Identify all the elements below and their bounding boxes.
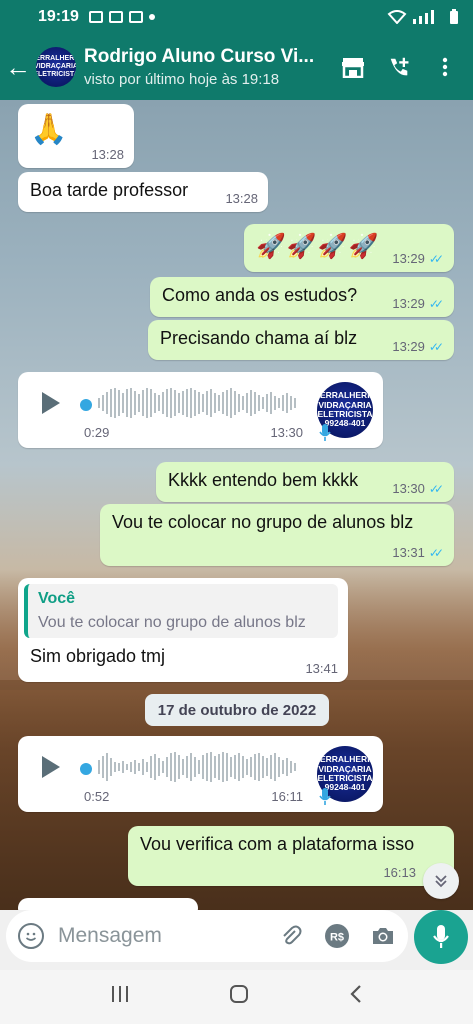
message-time: 13:29 bbox=[392, 296, 425, 311]
payment-icon[interactable]: R$ bbox=[324, 923, 350, 949]
recent-apps-icon[interactable] bbox=[110, 985, 130, 1009]
last-seen-text: visto por último hoje às 19:18 bbox=[84, 71, 280, 88]
audio-waveform[interactable] bbox=[98, 750, 298, 784]
status-notification-icons bbox=[88, 11, 155, 23]
message-time: 16:11 bbox=[271, 789, 303, 804]
wifi-icon bbox=[387, 10, 407, 24]
audio-seek-handle[interactable] bbox=[80, 763, 92, 775]
status-system-icons bbox=[387, 9, 459, 25]
message-text: Sim obrigado tmj bbox=[30, 646, 166, 666]
mic-small-icon bbox=[319, 424, 331, 441]
back-nav-icon[interactable] bbox=[349, 984, 363, 1010]
payment-currency-label: R$ bbox=[330, 932, 344, 944]
message-time: 13:28 bbox=[91, 147, 124, 162]
message-bubble-incoming-partial[interactable] bbox=[18, 898, 198, 910]
message-time: 13:31 bbox=[392, 545, 425, 560]
message-bubble-incoming[interactable]: Boa tarde professor 13:28 bbox=[18, 172, 268, 212]
double-chevron-down-icon bbox=[435, 875, 447, 888]
contact-avatar[interactable]: SERRALHERIA VIDRAÇARIA ELETRICISTA bbox=[36, 47, 76, 87]
read-ticks-icon: ✓✓ bbox=[428, 481, 444, 496]
message-time: 13:28 bbox=[225, 191, 258, 206]
status-bar: 19:19 bbox=[0, 0, 473, 34]
contact-name: Rodrigo Aluno Curso Vi... bbox=[84, 46, 315, 67]
youtube-icon bbox=[128, 11, 143, 23]
message-time: 13:30 bbox=[392, 481, 425, 496]
quote-text: Vou te colocar no grupo de alunos blz bbox=[38, 614, 306, 631]
more-notifications-icon bbox=[148, 14, 155, 20]
system-nav-bar bbox=[0, 970, 473, 1024]
message-text: Vou te colocar no grupo de alunos blz bbox=[112, 512, 414, 532]
voice-message-incoming[interactable]: 0:29 13:30 SERRALHERIA VIDRAÇARIA ELETRI… bbox=[18, 372, 383, 448]
message-time: 16:13 bbox=[383, 865, 416, 880]
message-bubble-incoming[interactable]: 🙏 13:28 bbox=[18, 104, 134, 168]
message-text: 🙏 bbox=[30, 113, 68, 146]
message-bubble-outgoing[interactable]: Precisando chama aí blz 13:29 ✓✓ bbox=[148, 320, 454, 360]
voice-message-incoming[interactable]: 0:52 16:11 SERRALHERIA VIDRAÇARIA ELETRI… bbox=[18, 736, 383, 812]
read-ticks-icon: ✓✓ bbox=[428, 545, 444, 560]
chat-area[interactable]: 🙏 13:28 Boa tarde professor 13:28 🚀🚀🚀🚀 1… bbox=[0, 100, 473, 910]
home-icon[interactable] bbox=[229, 984, 249, 1010]
date-divider: 17 de outubro de 2022 bbox=[145, 694, 329, 726]
contact-info[interactable]: Rodrigo Aluno Curso Vi... visto por últi… bbox=[84, 46, 316, 88]
play-icon[interactable] bbox=[42, 756, 60, 778]
camera-icon[interactable] bbox=[370, 923, 396, 949]
quoted-message[interactable]: Você Vou te colocar no grupo de alunos b… bbox=[24, 584, 338, 638]
mic-small-icon bbox=[319, 788, 331, 805]
message-time: 13:41 bbox=[305, 661, 338, 676]
attach-icon[interactable] bbox=[278, 923, 304, 949]
voice-record-button[interactable] bbox=[414, 910, 468, 964]
sim-icon bbox=[108, 11, 123, 23]
emoji-icon[interactable] bbox=[18, 923, 44, 949]
message-bubble-outgoing[interactable]: Vou te colocar no grupo de alunos blz 13… bbox=[100, 504, 454, 566]
message-bubble-incoming-reply[interactable]: Você Vou te colocar no grupo de alunos b… bbox=[18, 578, 348, 682]
voice-duration: 0:52 bbox=[84, 789, 110, 804]
read-ticks-icon: ✓✓ bbox=[428, 251, 444, 266]
battery-icon bbox=[450, 9, 458, 24]
audio-waveform[interactable] bbox=[98, 386, 298, 420]
gallery-icon bbox=[88, 11, 103, 23]
message-bubble-outgoing[interactable]: Kkkk entendo bem kkkk 13:30 ✓✓ bbox=[156, 462, 454, 502]
message-bubble-outgoing[interactable]: 🚀🚀🚀🚀 13:29 ✓✓ bbox=[244, 224, 454, 272]
signal-icon bbox=[413, 10, 434, 24]
read-ticks-icon: ✓✓ bbox=[428, 339, 444, 354]
add-call-icon[interactable] bbox=[387, 55, 411, 79]
message-bubble-outgoing[interactable]: Como anda os estudos? 13:29 ✓✓ bbox=[150, 277, 454, 317]
voice-duration: 0:29 bbox=[84, 425, 110, 440]
audio-seek-handle[interactable] bbox=[80, 399, 92, 411]
message-composer: R$ bbox=[6, 910, 408, 962]
message-time: 13:30 bbox=[270, 425, 303, 440]
chat-header: ← SERRALHERIA VIDRAÇARIA ELETRICISTA Rod… bbox=[0, 34, 473, 100]
message-text: Boa tarde professor bbox=[30, 180, 189, 200]
message-input[interactable] bbox=[58, 924, 258, 948]
status-time: 19:19 bbox=[38, 8, 79, 25]
read-ticks-icon: ✓✓ bbox=[428, 296, 444, 311]
message-time: 13:29 bbox=[392, 339, 425, 354]
play-icon[interactable] bbox=[42, 392, 60, 414]
message-text: Vou verifica com a plataforma isso bbox=[140, 834, 415, 854]
more-options-icon[interactable] bbox=[433, 55, 457, 79]
message-bubble-outgoing[interactable]: Vou verifica com a plataforma isso 16:13 bbox=[128, 826, 454, 886]
quote-author: Você bbox=[38, 590, 76, 607]
back-arrow-icon[interactable]: ← bbox=[0, 52, 36, 83]
microphone-icon bbox=[433, 925, 449, 948]
scroll-down-button[interactable] bbox=[423, 863, 459, 899]
message-time: 13:29 bbox=[392, 251, 425, 266]
store-icon[interactable] bbox=[341, 55, 365, 79]
